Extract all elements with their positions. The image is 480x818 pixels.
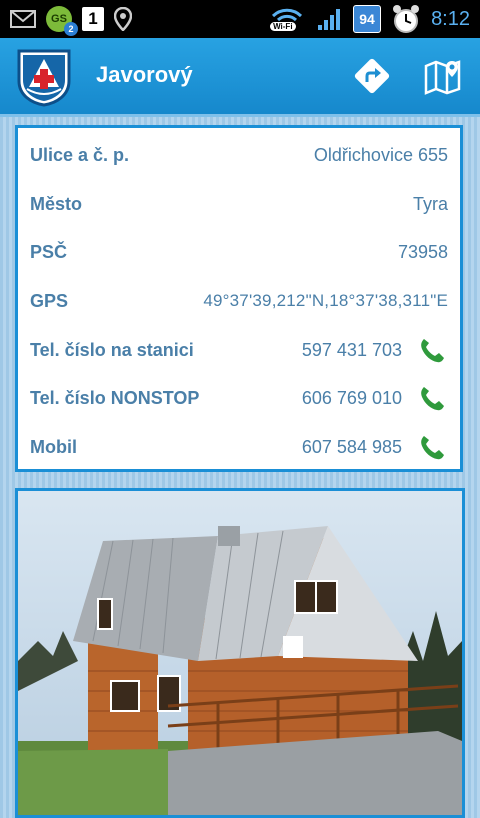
wifi-icon: Wi-Fi [267, 4, 307, 34]
battery-indicator: 94 [353, 5, 382, 33]
signal-icon [317, 7, 343, 31]
station-phone-label: Tel. číslo na stanici [30, 339, 194, 360]
gs-badge-label: GS [51, 13, 67, 25]
city-value: Tyra [412, 193, 448, 214]
phone-icon [421, 436, 444, 460]
info-row-nonstop-phone: Tel. číslo NONSTOP 606 769 010 [30, 378, 448, 418]
info-row-address: Ulice a č. p. Oldřichovice 655 [30, 135, 448, 175]
gps-value[interactable]: 49°37'39,212"N,18°37'38,311"E [203, 291, 448, 311]
nonstop-phone-value: 606 769 010 [301, 387, 402, 408]
location-pin-icon [114, 7, 132, 31]
address-value: Oldřichovice 655 [313, 144, 448, 165]
map-icon [424, 60, 461, 95]
gs-count: 2 [64, 22, 78, 36]
address-label: Ulice a č. p. [30, 144, 130, 165]
horska-sluzba-logo[interactable] [13, 47, 75, 107]
mountain-hut-image [18, 491, 462, 815]
station-phone-value: 597 431 703 [301, 339, 402, 360]
station-photo[interactable] [15, 488, 465, 818]
mobile-label: Mobil [30, 436, 77, 457]
call-mobile-button[interactable] [416, 431, 448, 463]
action-bar: Javorový [0, 38, 480, 117]
status-bar: GS 2 1 Wi-Fi 94 8:12 [0, 0, 480, 38]
map-button[interactable] [423, 56, 463, 96]
info-row-mobile: Mobil 607 584 985 [30, 427, 448, 467]
wifi-label: Wi-Fi [270, 22, 296, 31]
phone-icon [421, 387, 444, 411]
calendar-icon: 1 [82, 7, 104, 31]
info-row-station-phone: Tel. číslo na stanici 597 431 703 [30, 330, 448, 370]
info-row-zip: PSČ 73958 [30, 232, 448, 272]
directions-button[interactable] [352, 56, 392, 96]
call-nonstop-button[interactable] [416, 382, 448, 414]
gps-label: GPS [30, 290, 69, 311]
info-row-gps: GPS 49°37'39,212"N,18°37'38,311"E [30, 281, 448, 321]
phone-icon [421, 339, 444, 363]
mobile-value: 607 584 985 [301, 436, 402, 457]
gs-notification-icon: GS 2 [46, 6, 78, 36]
zip-label: PSČ [30, 241, 68, 262]
clock-time: 8:12 [431, 7, 470, 30]
nonstop-phone-label: Tel. číslo NONSTOP [30, 387, 200, 408]
directions-icon [354, 58, 390, 94]
alarm-clock-icon [391, 4, 421, 34]
gmail-icon [10, 9, 36, 29]
city-label: Město [30, 193, 83, 214]
zip-value: 73958 [397, 241, 448, 262]
contact-info-card: Ulice a č. p. Oldřichovice 655 Město Tyr… [15, 125, 463, 472]
call-station-button[interactable] [416, 334, 448, 366]
page-title: Javorový [96, 62, 193, 87]
info-row-city: Město Tyra [30, 184, 448, 224]
